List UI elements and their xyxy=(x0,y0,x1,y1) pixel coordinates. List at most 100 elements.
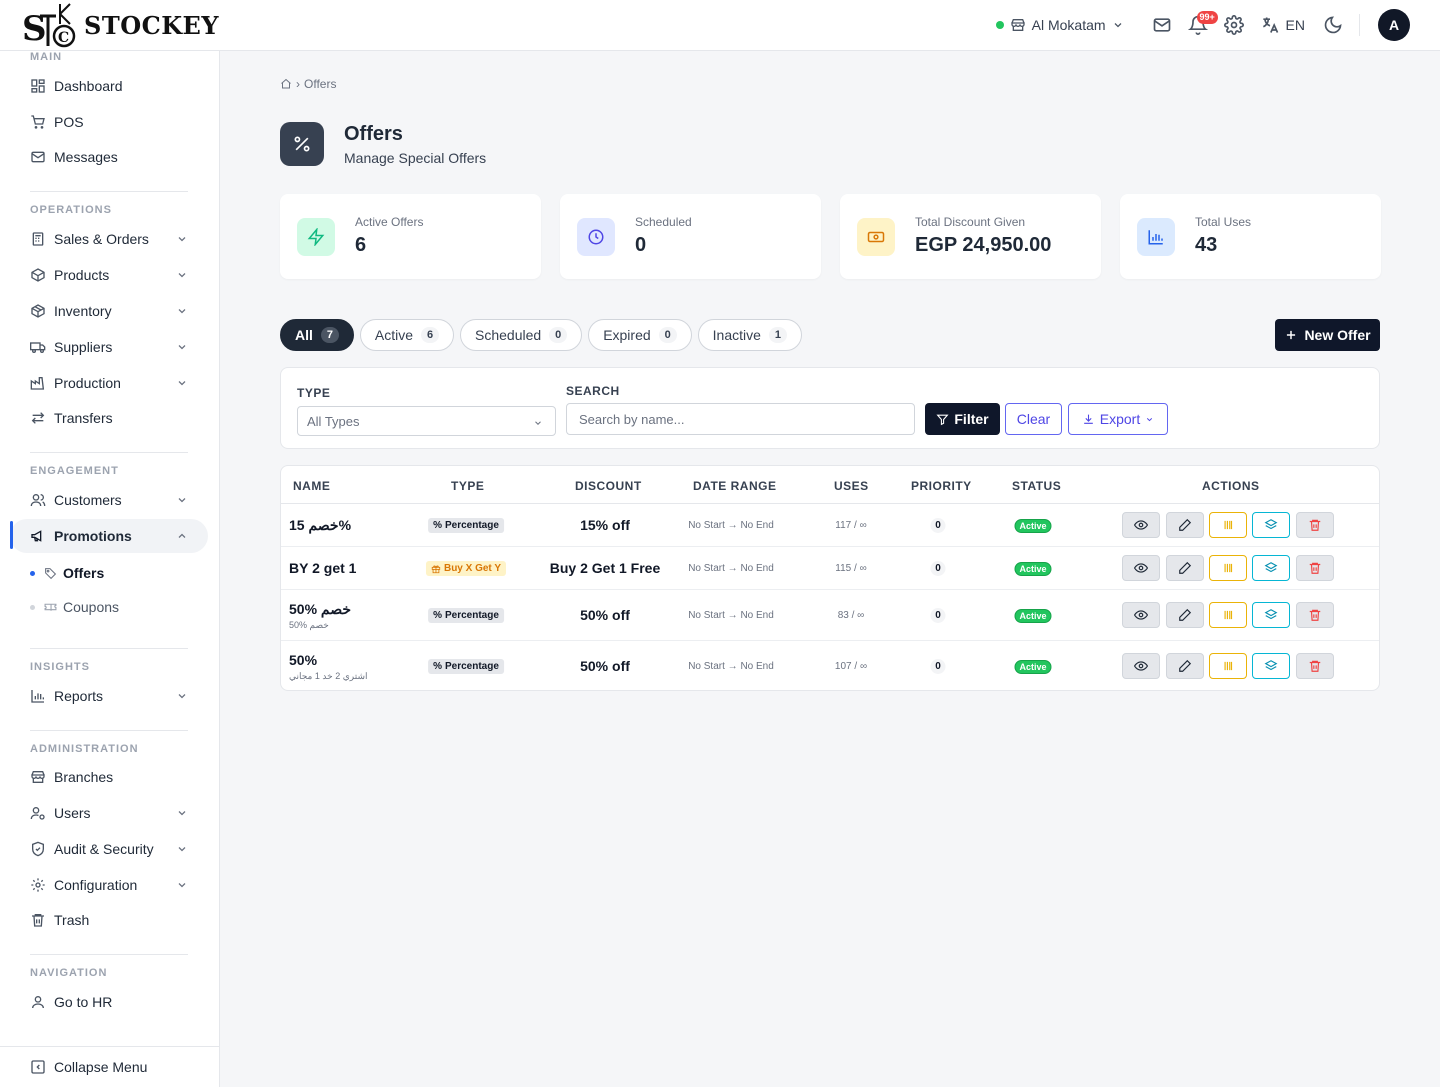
tab-label: Active xyxy=(374,327,414,343)
theme-toggle[interactable] xyxy=(1315,7,1351,43)
layers-button[interactable] xyxy=(1252,653,1290,679)
collapse-menu-button[interactable]: Collapse Menu xyxy=(0,1046,219,1087)
stat-value: 43 xyxy=(1195,234,1218,256)
offer-subname: اشتري 2 خد 1 مجاني xyxy=(289,671,368,681)
megaphone-icon xyxy=(31,530,42,542)
stat-icon-box xyxy=(297,218,335,256)
view-button[interactable] xyxy=(1122,512,1160,538)
settings-button[interactable] xyxy=(1216,7,1252,43)
tab-all[interactable]: All 7 xyxy=(280,319,354,351)
home-icon[interactable] xyxy=(280,78,292,90)
table-row[interactable]: 15 خصم% % Percentage 15% off No Start → N… xyxy=(281,504,1379,547)
edit-button[interactable] xyxy=(1166,555,1204,581)
table-row[interactable]: BY 2 get 1 Buy X Get Y Buy 2 Get 1 Free … xyxy=(281,547,1379,590)
language-switcher[interactable]: EN xyxy=(1260,15,1305,35)
tab-expired[interactable]: Expired 0 xyxy=(588,319,692,351)
search-input[interactable] xyxy=(566,403,915,435)
shield-icon xyxy=(32,841,44,857)
column-header-date-range[interactable]: DATE RANGE xyxy=(693,479,776,493)
topbar-divider xyxy=(1359,14,1360,36)
column-header-actions: ACTIONS xyxy=(1202,479,1260,493)
user-avatar[interactable]: A xyxy=(1378,9,1410,41)
column-header-name[interactable]: NAME xyxy=(293,479,330,493)
branch-name: Al Mokatam xyxy=(1031,17,1106,33)
priority-badge: 0 xyxy=(930,518,946,533)
column-header-uses[interactable]: USES xyxy=(834,479,869,493)
sidebar-item-audit-security[interactable]: Audit & Security xyxy=(10,832,208,866)
sidebar-item-inventory[interactable]: Inventory xyxy=(10,294,208,328)
sidebar-item-transfers[interactable]: Transfers xyxy=(10,401,208,435)
barcode-button[interactable] xyxy=(1209,512,1247,538)
stat-card-total-discount: Total Discount Given EGP 24,950.00 xyxy=(840,194,1101,279)
chevron-down-icon xyxy=(178,273,186,278)
edit-button[interactable] xyxy=(1166,653,1204,679)
edit-button[interactable] xyxy=(1166,602,1204,628)
type-badge-label: Buy X Get Y xyxy=(443,563,502,574)
messages-button[interactable] xyxy=(1144,7,1180,43)
edit-button[interactable] xyxy=(1166,512,1204,538)
delete-button[interactable] xyxy=(1296,512,1334,538)
sidebar-item-customers[interactable]: Customers xyxy=(10,483,208,517)
barcode-button[interactable] xyxy=(1209,653,1247,679)
view-button[interactable] xyxy=(1122,555,1160,581)
delete-button[interactable] xyxy=(1296,602,1334,628)
clear-button[interactable]: Clear xyxy=(1005,403,1062,435)
tab-inactive[interactable]: Inactive 1 xyxy=(697,319,802,351)
table-row[interactable]: 50% خصم 50% خصم % Percentage 50% off No S… xyxy=(281,590,1379,641)
export-button[interactable]: Export xyxy=(1068,403,1168,435)
mail-icon xyxy=(31,151,45,163)
sidebar-divider xyxy=(30,191,188,192)
tab-scheduled[interactable]: Scheduled 0 xyxy=(460,319,583,351)
sidebar-item-configuration[interactable]: Configuration xyxy=(10,868,208,902)
filter-button[interactable]: Filter xyxy=(925,403,1000,435)
sidebar-item-pos[interactable]: POS xyxy=(10,105,208,139)
sidebar-item-promotions[interactable]: Promotions xyxy=(10,519,208,553)
tab-active[interactable]: Active 6 xyxy=(359,319,455,351)
sidebar-item-reports[interactable]: Reports xyxy=(10,679,208,713)
eye-icon xyxy=(1134,563,1148,573)
sidebar-subitem-offers[interactable]: Offers xyxy=(30,565,104,581)
column-header-type[interactable]: TYPE xyxy=(451,479,484,493)
delete-button[interactable] xyxy=(1296,653,1334,679)
sidebar-subitem-coupons[interactable]: Coupons xyxy=(30,599,119,615)
delete-button[interactable] xyxy=(1296,555,1334,581)
layers-button[interactable] xyxy=(1252,512,1290,538)
sidebar-item-products[interactable]: Products xyxy=(10,258,208,292)
column-header-status[interactable]: STATUS xyxy=(1012,479,1061,493)
sidebar-item-label: Go to HR xyxy=(54,994,113,1010)
notifications-button[interactable]: 99+ xyxy=(1180,7,1218,43)
sidebar-item-go-to-hr[interactable]: Go to HR xyxy=(10,985,208,1019)
type-select[interactable]: All Types xyxy=(297,406,556,436)
sidebar-item-sales-orders[interactable]: Sales & Orders xyxy=(10,222,208,256)
sidebar-item-messages[interactable]: Messages xyxy=(10,140,208,174)
app-logo[interactable]: S C STOCKEY xyxy=(22,2,219,48)
layers-button[interactable] xyxy=(1252,602,1290,628)
pencil-icon xyxy=(1179,659,1192,672)
users-icon xyxy=(30,494,46,507)
sidebar-item-production[interactable]: Production xyxy=(10,366,208,400)
truck-icon xyxy=(30,342,46,353)
branch-selector[interactable]: Al Mokatam xyxy=(995,17,1124,33)
sidebar-item-dashboard[interactable]: Dashboard xyxy=(10,69,208,103)
view-button[interactable] xyxy=(1122,653,1160,679)
sidebar-item-trash[interactable]: Trash xyxy=(10,903,208,937)
type-badge: % Percentage xyxy=(428,518,504,533)
view-button[interactable] xyxy=(1122,602,1160,628)
column-header-priority[interactable]: PRIORITY xyxy=(911,479,972,493)
new-offer-button[interactable]: New Offer xyxy=(1275,319,1380,351)
discount-value: 50% off xyxy=(580,658,630,674)
type-badge-label: Percentage xyxy=(444,520,499,531)
barcode-button[interactable] xyxy=(1209,555,1247,581)
dashboard-icon xyxy=(31,79,45,93)
online-status-dot xyxy=(995,21,1004,29)
table-row[interactable]: 50% اشتري 2 خد 1 مجاني % Percentage 50% o… xyxy=(281,641,1379,690)
chevron-down-icon xyxy=(1114,23,1121,28)
layers-button[interactable] xyxy=(1252,555,1290,581)
pencil-icon xyxy=(1179,561,1192,574)
section-label-insights: INSIGHTS xyxy=(30,661,90,673)
sidebar-item-suppliers[interactable]: Suppliers xyxy=(10,330,208,364)
sidebar-item-branches[interactable]: Branches xyxy=(10,760,208,794)
sidebar-item-users[interactable]: Users xyxy=(10,796,208,830)
column-header-discount[interactable]: DISCOUNT xyxy=(575,479,642,493)
barcode-button[interactable] xyxy=(1209,602,1247,628)
